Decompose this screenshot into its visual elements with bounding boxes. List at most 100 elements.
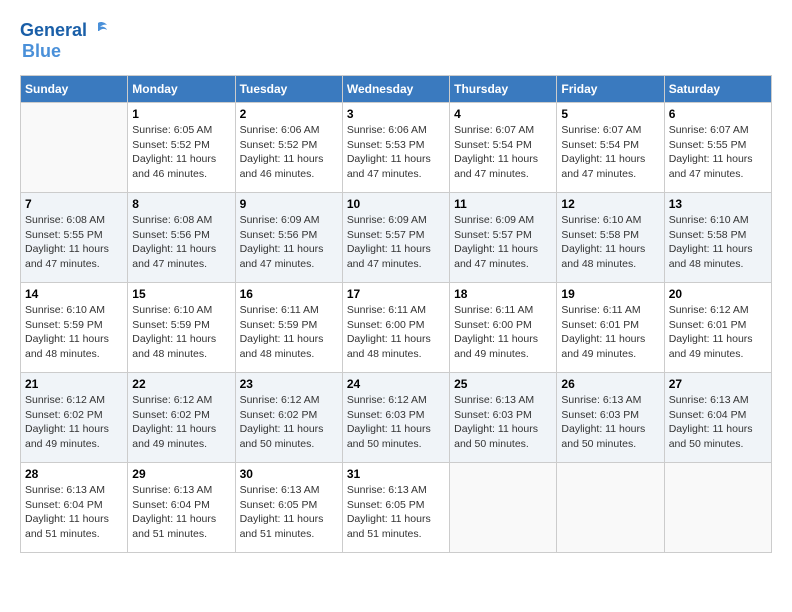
day-info: Sunrise: 6:12 AMSunset: 6:03 PMDaylight:… <box>347 393 445 452</box>
day-info: Sunrise: 6:12 AMSunset: 6:01 PMDaylight:… <box>669 303 767 362</box>
calendar-cell: 16 Sunrise: 6:11 AMSunset: 5:59 PMDayligh… <box>235 283 342 373</box>
day-info: Sunrise: 6:07 AMSunset: 5:55 PMDaylight:… <box>669 123 767 182</box>
calendar-cell: 18Sunrise: 6:11 AMSunset: 6:00 PMDayligh… <box>450 283 557 373</box>
day-info: Sunrise: 6:12 AMSunset: 6:02 PMDaylight:… <box>240 393 338 452</box>
day-number: 27 <box>669 377 767 391</box>
day-header-sunday: Sunday <box>21 76 128 103</box>
calendar-cell: 21Sunrise: 6:12 AMSunset: 6:02 PMDayligh… <box>21 373 128 463</box>
calendar-cell: 26 Sunrise: 6:13 AMSunset: 6:03 PMDayligh… <box>557 373 664 463</box>
day-number: 12 <box>561 197 659 211</box>
day-info: Sunrise: 6:09 AMSunset: 5:56 PMDaylight:… <box>240 213 338 272</box>
day-info: Sunrise: 6:11 AMSunset: 5:59 PMDaylight:… <box>240 303 338 362</box>
day-number: 19 <box>561 287 659 301</box>
day-number: 30 <box>240 467 338 481</box>
page-header: General Blue <box>20 20 772 67</box>
day-info: Sunrise: 6:10 AMSunset: 5:59 PMDaylight:… <box>25 303 123 362</box>
day-number: 25 <box>454 377 552 391</box>
logo-text: General Blue <box>20 20 109 62</box>
day-header-wednesday: Wednesday <box>342 76 449 103</box>
calendar-cell: 8 Sunrise: 6:08 AMSunset: 5:56 PMDaylight… <box>128 193 235 283</box>
day-info: Sunrise: 6:11 AMSunset: 6:01 PMDaylight:… <box>561 303 659 362</box>
calendar-cell: 29 Sunrise: 6:13 AMSunset: 6:04 PMDayligh… <box>128 463 235 553</box>
day-info: Sunrise: 6:10 AMSunset: 5:58 PMDaylight:… <box>669 213 767 272</box>
calendar-cell: 7 Sunrise: 6:08 AMSunset: 5:55 PMDaylight… <box>21 193 128 283</box>
day-info: Sunrise: 6:13 AMSunset: 6:04 PMDaylight:… <box>669 393 767 452</box>
day-info: Sunrise: 6:05 AMSunset: 5:52 PMDaylight:… <box>132 123 230 182</box>
day-number: 13 <box>669 197 767 211</box>
day-number: 4 <box>454 107 552 121</box>
day-header-tuesday: Tuesday <box>235 76 342 103</box>
day-number: 16 <box>240 287 338 301</box>
day-info: Sunrise: 6:07 AMSunset: 5:54 PMDaylight:… <box>561 123 659 182</box>
day-number: 17 <box>347 287 445 301</box>
day-header-friday: Friday <box>557 76 664 103</box>
calendar-cell: 28Sunrise: 6:13 AMSunset: 6:04 PMDayligh… <box>21 463 128 553</box>
day-number: 31 <box>347 467 445 481</box>
calendar-cell: 11 Sunrise: 6:09 AMSunset: 5:57 PMDayligh… <box>450 193 557 283</box>
calendar-cell: 15Sunrise: 6:10 AMSunset: 5:59 PMDayligh… <box>128 283 235 373</box>
day-info: Sunrise: 6:13 AMSunset: 6:04 PMDaylight:… <box>132 483 230 542</box>
day-info: Sunrise: 6:07 AMSunset: 5:54 PMDaylight:… <box>454 123 552 182</box>
calendar-cell <box>450 463 557 553</box>
calendar-cell <box>664 463 771 553</box>
day-number: 14 <box>25 287 123 301</box>
calendar-cell: 6 Sunrise: 6:07 AMSunset: 5:55 PMDaylight… <box>664 103 771 193</box>
day-header-thursday: Thursday <box>450 76 557 103</box>
calendar-cell: 20 Sunrise: 6:12 AMSunset: 6:01 PMDayligh… <box>664 283 771 373</box>
calendar-cell: 27 Sunrise: 6:13 AMSunset: 6:04 PMDayligh… <box>664 373 771 463</box>
calendar-cell: 23 Sunrise: 6:12 AMSunset: 6:02 PMDayligh… <box>235 373 342 463</box>
day-info: Sunrise: 6:08 AMSunset: 5:55 PMDaylight:… <box>25 213 123 272</box>
day-info: Sunrise: 6:09 AMSunset: 5:57 PMDaylight:… <box>454 213 552 272</box>
calendar-cell: 22 Sunrise: 6:12 AMSunset: 6:02 PMDayligh… <box>128 373 235 463</box>
day-number: 22 <box>132 377 230 391</box>
day-number: 23 <box>240 377 338 391</box>
day-number: 6 <box>669 107 767 121</box>
calendar-cell <box>557 463 664 553</box>
calendar-cell: 1 Sunrise: 6:05 AMSunset: 5:52 PMDaylight… <box>128 103 235 193</box>
calendar-cell: 30 Sunrise: 6:13 AMSunset: 6:05 PMDayligh… <box>235 463 342 553</box>
calendar-cell: 14 Sunrise: 6:10 AMSunset: 5:59 PMDayligh… <box>21 283 128 373</box>
calendar-table: SundayMondayTuesdayWednesdayThursdayFrid… <box>20 75 772 553</box>
calendar-cell: 2Sunrise: 6:06 AMSunset: 5:52 PMDaylight… <box>235 103 342 193</box>
day-info: Sunrise: 6:13 AMSunset: 6:05 PMDaylight:… <box>240 483 338 542</box>
day-number: 26 <box>561 377 659 391</box>
day-info: Sunrise: 6:09 AMSunset: 5:57 PMDaylight:… <box>347 213 445 272</box>
day-number: 9 <box>240 197 338 211</box>
calendar-cell: 10 Sunrise: 6:09 AMSunset: 5:57 PMDayligh… <box>342 193 449 283</box>
day-number: 11 <box>454 197 552 211</box>
day-info: Sunrise: 6:11 AMSunset: 6:00 PMDaylight:… <box>347 303 445 362</box>
calendar-cell: 3Sunrise: 6:06 AMSunset: 5:53 PMDaylight… <box>342 103 449 193</box>
day-info: Sunrise: 6:13 AMSunset: 6:05 PMDaylight:… <box>347 483 445 542</box>
logo-bird-icon <box>87 21 109 41</box>
day-info: Sunrise: 6:10 AMSunset: 5:59 PMDaylight:… <box>132 303 230 362</box>
day-number: 3 <box>347 107 445 121</box>
day-info: Sunrise: 6:13 AMSunset: 6:04 PMDaylight:… <box>25 483 123 542</box>
calendar-cell: 24 Sunrise: 6:12 AMSunset: 6:03 PMDayligh… <box>342 373 449 463</box>
day-number: 18 <box>454 287 552 301</box>
day-header-monday: Monday <box>128 76 235 103</box>
calendar-cell: 9 Sunrise: 6:09 AMSunset: 5:56 PMDaylight… <box>235 193 342 283</box>
calendar-cell: 13 Sunrise: 6:10 AMSunset: 5:58 PMDayligh… <box>664 193 771 283</box>
day-info: Sunrise: 6:08 AMSunset: 5:56 PMDaylight:… <box>132 213 230 272</box>
day-info: Sunrise: 6:12 AMSunset: 6:02 PMDaylight:… <box>132 393 230 452</box>
day-info: Sunrise: 6:10 AMSunset: 5:58 PMDaylight:… <box>561 213 659 272</box>
day-number: 20 <box>669 287 767 301</box>
day-info: Sunrise: 6:13 AMSunset: 6:03 PMDaylight:… <box>561 393 659 452</box>
day-number: 8 <box>132 197 230 211</box>
calendar-cell: 12 Sunrise: 6:10 AMSunset: 5:58 PMDayligh… <box>557 193 664 283</box>
calendar-cell: 17 Sunrise: 6:11 AMSunset: 6:00 PMDayligh… <box>342 283 449 373</box>
calendar-cell: 4 Sunrise: 6:07 AMSunset: 5:54 PMDaylight… <box>450 103 557 193</box>
day-number: 10 <box>347 197 445 211</box>
day-number: 2 <box>240 107 338 121</box>
day-number: 29 <box>132 467 230 481</box>
logo: General Blue <box>20 20 109 62</box>
calendar-cell: 25 Sunrise: 6:13 AMSunset: 6:03 PMDayligh… <box>450 373 557 463</box>
day-number: 7 <box>25 197 123 211</box>
calendar-cell <box>21 103 128 193</box>
calendar-cell: 31 Sunrise: 6:13 AMSunset: 6:05 PMDayligh… <box>342 463 449 553</box>
day-number: 24 <box>347 377 445 391</box>
calendar-cell: 19 Sunrise: 6:11 AMSunset: 6:01 PMDayligh… <box>557 283 664 373</box>
day-info: Sunrise: 6:13 AMSunset: 6:03 PMDaylight:… <box>454 393 552 452</box>
day-number: 1 <box>132 107 230 121</box>
day-number: 21 <box>25 377 123 391</box>
